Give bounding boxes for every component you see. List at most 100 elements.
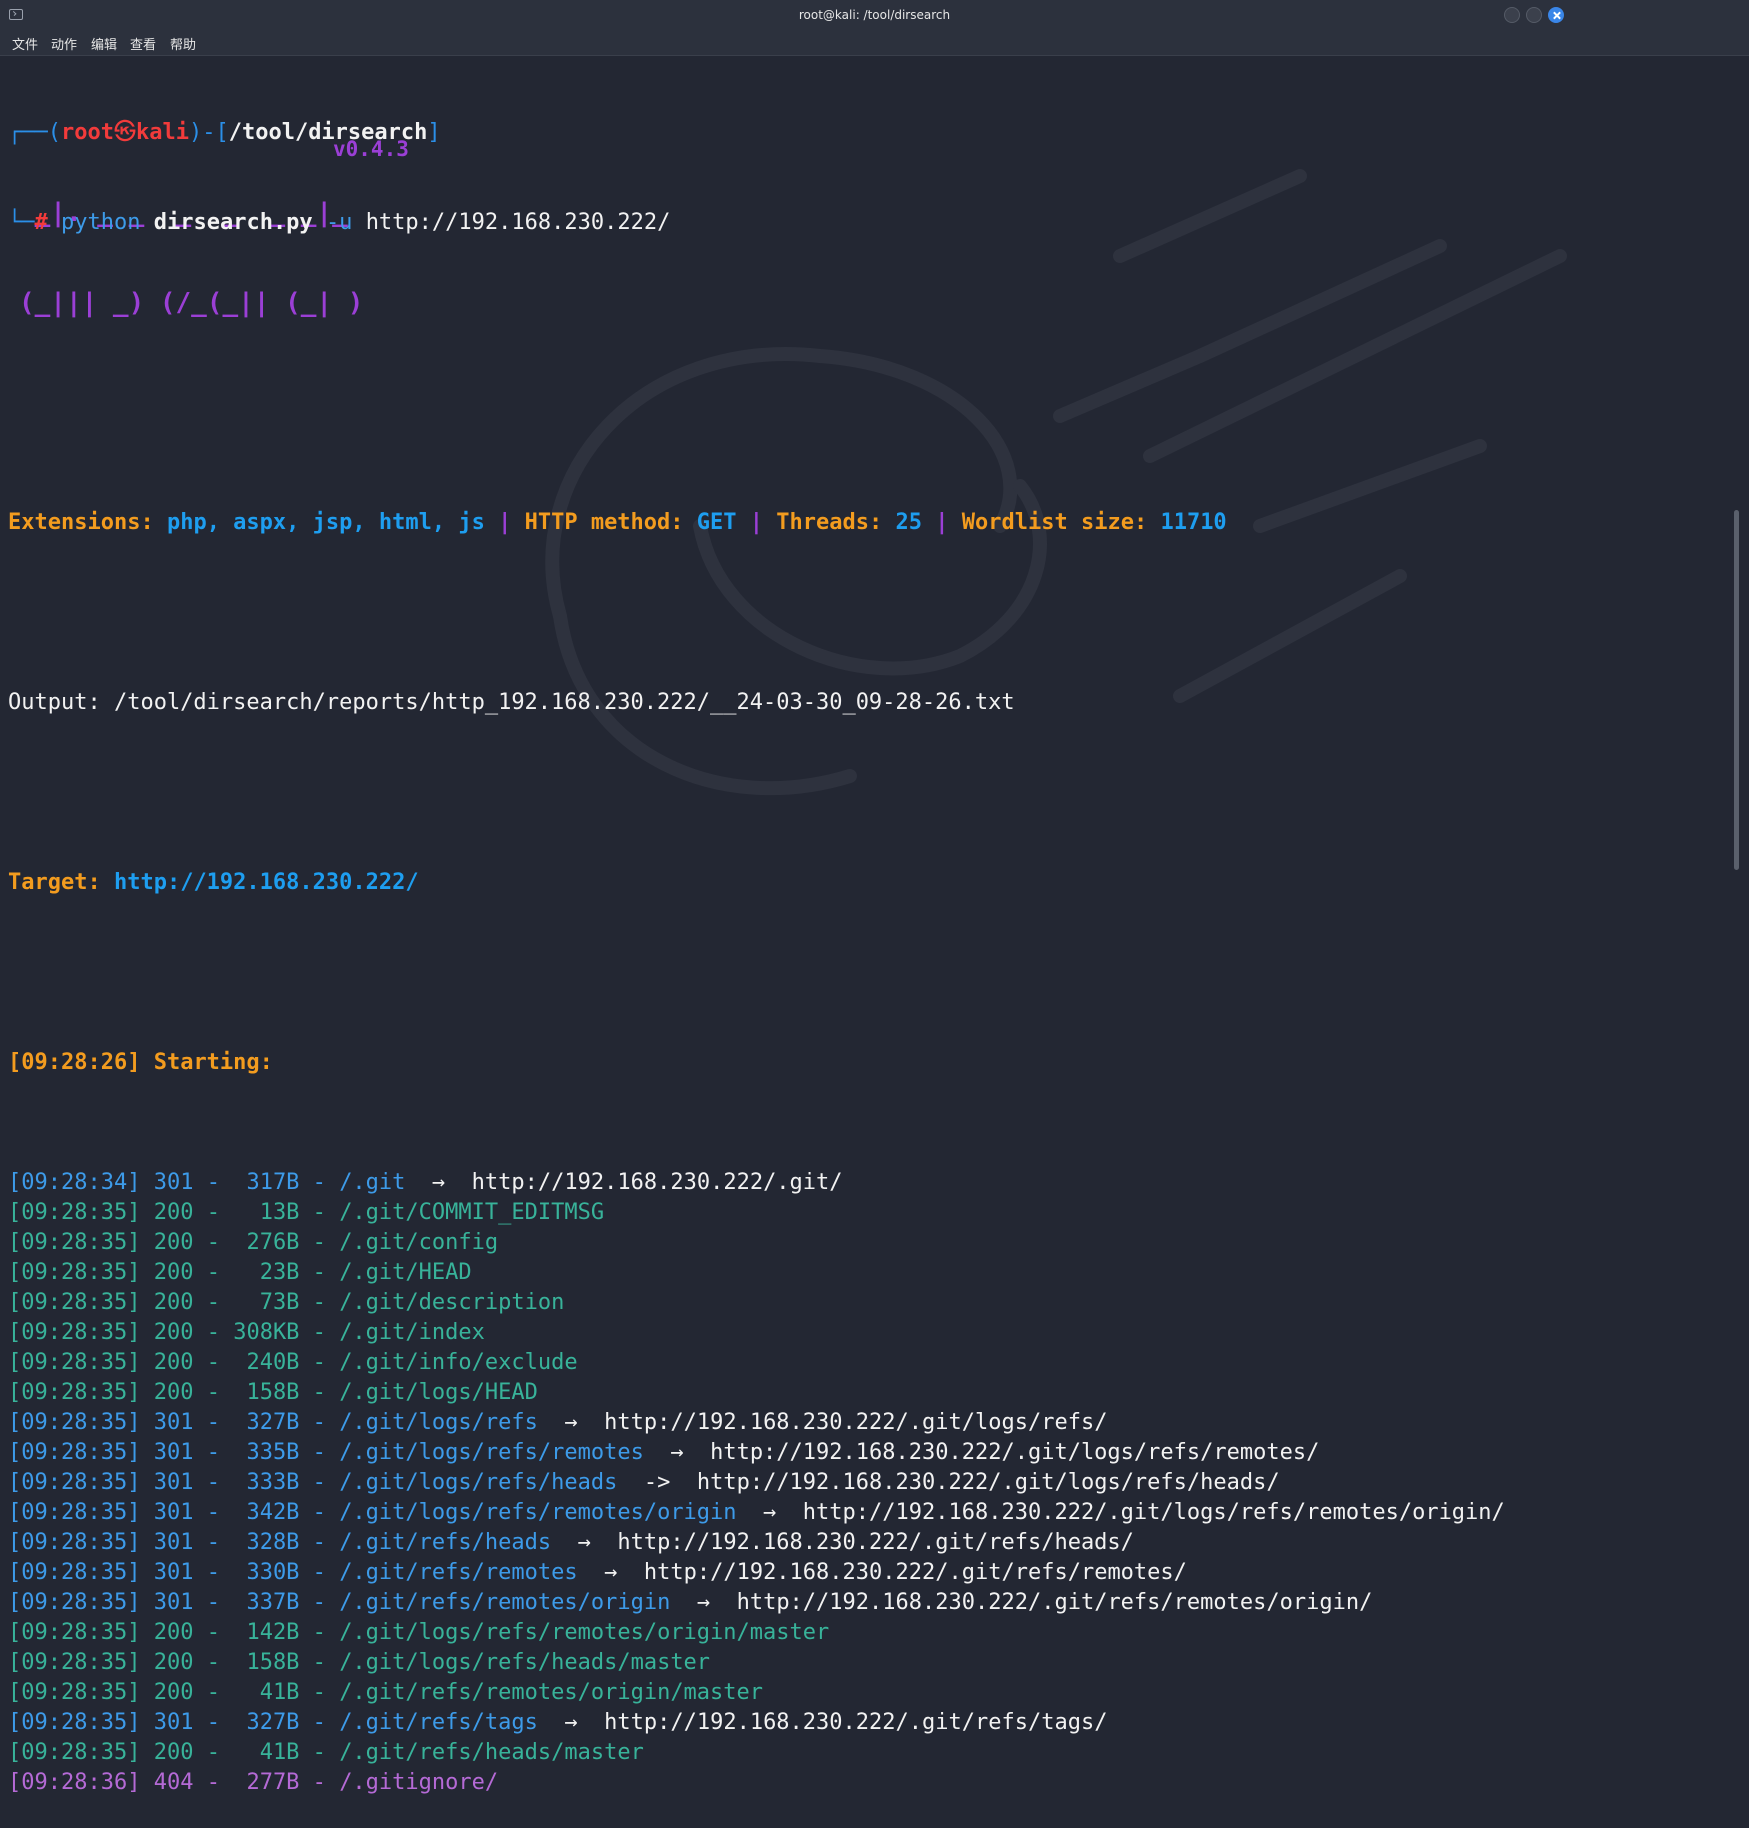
result-path: /.git/COMMIT_EDITMSG [339, 1200, 605, 1225]
result-row: [09:28:35] 301 - 342B - /.git/logs/refs/… [8, 1500, 1505, 1525]
result-time: [09:28:35] [8, 1230, 141, 1255]
close-button[interactable] [1548, 7, 1564, 23]
result-path: /.git/refs/heads/master [339, 1740, 644, 1765]
result-status: 200 [153, 1350, 194, 1375]
result-status: 200 [153, 1260, 194, 1285]
results-list: [09:28:34] 301 - 317B - /.git → http://1… [8, 1168, 1728, 1798]
result-status: 301 [153, 1530, 194, 1555]
result-time: [09:28:35] [8, 1650, 141, 1675]
result-size: 328B [233, 1530, 300, 1555]
result-path: /.git/logs/HEAD [339, 1380, 538, 1405]
result-time: [09:28:35] [8, 1260, 141, 1285]
result-path: /.git/refs/remotes/origin/master [339, 1680, 764, 1705]
result-row: [09:28:35] 200 - 308KB - /.git/index [8, 1320, 485, 1345]
result-redirect: http://192.168.230.222/.git/ [471, 1170, 843, 1195]
result-redirect: http://192.168.230.222/.git/refs/remotes… [643, 1560, 1187, 1585]
minimize-button[interactable] [1504, 7, 1520, 23]
result-time: [09:28:35] [8, 1410, 141, 1435]
result-status: 200 [153, 1680, 194, 1705]
result-size: 142B [233, 1620, 300, 1645]
result-status: 301 [153, 1560, 194, 1585]
result-redirect: http://192.168.230.222/.git/refs/tags/ [604, 1710, 1108, 1735]
result-time: [09:28:35] [8, 1380, 141, 1405]
result-size: 277B [233, 1770, 300, 1795]
result-path: /.git/logs/refs/remotes/origin [339, 1500, 737, 1525]
result-row: [09:28:35] 200 - 240B - /.git/info/exclu… [8, 1350, 578, 1375]
result-path: /.git [339, 1170, 406, 1195]
result-row: [09:28:35] 301 - 327B - /.git/logs/refs … [8, 1410, 1108, 1435]
result-size: 327B [233, 1410, 300, 1435]
starting-line: [09:28:26] Starting: [8, 1050, 273, 1075]
result-row: [09:28:35] 200 - 158B - /.git/logs/refs/… [8, 1650, 711, 1675]
result-path: /.gitignore/ [339, 1770, 499, 1795]
result-time: [09:28:35] [8, 1530, 141, 1555]
result-row: [09:28:35] 200 - 41B - /.git/refs/heads/… [8, 1740, 644, 1765]
result-size: 317B [233, 1170, 300, 1195]
result-time: [09:28:35] [8, 1290, 141, 1315]
result-row: [09:28:35] 200 - 41B - /.git/refs/remote… [8, 1680, 764, 1705]
redirect-arrow: → [564, 1410, 578, 1435]
output-path: Output: /tool/dirsearch/reports/http_192… [8, 690, 1015, 715]
result-size: 308KB [233, 1320, 300, 1345]
result-redirect: http://192.168.230.222/.git/logs/refs/he… [696, 1470, 1280, 1495]
result-size: 158B [233, 1650, 300, 1675]
result-size: 330B [233, 1560, 300, 1585]
menu-help[interactable]: 帮助 [170, 34, 196, 53]
menu-file[interactable]: 文件 [12, 34, 38, 53]
result-status: 301 [153, 1710, 194, 1735]
maximize-button[interactable] [1526, 7, 1542, 23]
result-status: 301 [153, 1170, 194, 1195]
menu-view[interactable]: 查看 [130, 34, 156, 53]
result-size: 73B [233, 1290, 300, 1315]
result-status: 200 [153, 1200, 194, 1225]
result-status: 200 [153, 1290, 194, 1315]
scrollbar[interactable] [1734, 510, 1739, 870]
result-time: [09:28:35] [8, 1500, 141, 1525]
result-size: 327B [233, 1710, 300, 1735]
result-row: [09:28:35] 200 - 276B - /.git/config [8, 1230, 499, 1255]
result-row: [09:28:35] 200 - 73B - /.git/description [8, 1290, 565, 1315]
result-row: [09:28:35] 200 - 13B - /.git/COMMIT_EDIT… [8, 1200, 605, 1225]
result-status: 301 [153, 1440, 194, 1465]
result-status: 200 [153, 1380, 194, 1405]
result-redirect: http://192.168.230.222/.git/logs/refs/re… [802, 1500, 1505, 1525]
menu-bar: 文件 动作 编辑 查看 帮助 [0, 31, 1749, 56]
result-path: /.git/logs/refs/heads/master [339, 1650, 711, 1675]
result-size: 337B [233, 1590, 300, 1615]
result-status: 301 [153, 1500, 194, 1525]
result-time: [09:28:35] [8, 1440, 141, 1465]
menu-edit[interactable]: 编辑 [91, 34, 117, 53]
result-size: 240B [233, 1350, 300, 1375]
menu-action[interactable]: 动作 [51, 34, 77, 53]
result-size: 333B [233, 1470, 300, 1495]
result-size: 23B [233, 1260, 300, 1285]
result-row: [09:28:35] 301 - 335B - /.git/logs/refs/… [8, 1440, 1320, 1465]
result-time: [09:28:35] [8, 1710, 141, 1735]
result-row: [09:28:35] 301 - 330B - /.git/refs/remot… [8, 1560, 1187, 1585]
result-status: 200 [153, 1650, 194, 1675]
result-time: [09:28:35] [8, 1470, 141, 1495]
result-row: [09:28:34] 301 - 317B - /.git → http://1… [8, 1170, 843, 1195]
result-status: 301 [153, 1590, 194, 1615]
result-time: [09:28:35] [8, 1590, 141, 1615]
result-status: 200 [153, 1320, 194, 1345]
result-size: 41B [233, 1680, 300, 1705]
result-row: [09:28:35] 301 - 333B - /.git/logs/refs/… [8, 1470, 1280, 1495]
window-title: root@kali: /tool/dirsearch [798, 8, 951, 22]
redirect-arrow: -> [643, 1470, 671, 1495]
result-row: [09:28:36] 404 - 277B - /.gitignore/ [8, 1770, 499, 1795]
result-redirect: http://192.168.230.222/.git/refs/heads/ [617, 1530, 1134, 1555]
result-time: [09:28:35] [8, 1680, 141, 1705]
result-redirect: http://192.168.230.222/.git/refs/remotes… [736, 1590, 1373, 1615]
result-path: /.git/logs/refs/heads [339, 1470, 618, 1495]
result-time: [09:28:35] [8, 1620, 141, 1645]
result-row: [09:28:35] 301 - 337B - /.git/refs/remot… [8, 1590, 1373, 1615]
terminal-output[interactable]: ┌──(root㉿kali)-[/tool/dirsearch] └─# pyt… [8, 58, 1728, 1828]
redirect-arrow: → [431, 1170, 446, 1195]
result-path: /.git/refs/tags [339, 1710, 538, 1735]
result-status: 200 [153, 1740, 194, 1765]
result-path: /.git/logs/refs [339, 1410, 538, 1435]
redirect-arrow: → [763, 1500, 777, 1525]
result-path: /.git/config [339, 1230, 499, 1255]
result-time: [09:28:35] [8, 1740, 141, 1765]
